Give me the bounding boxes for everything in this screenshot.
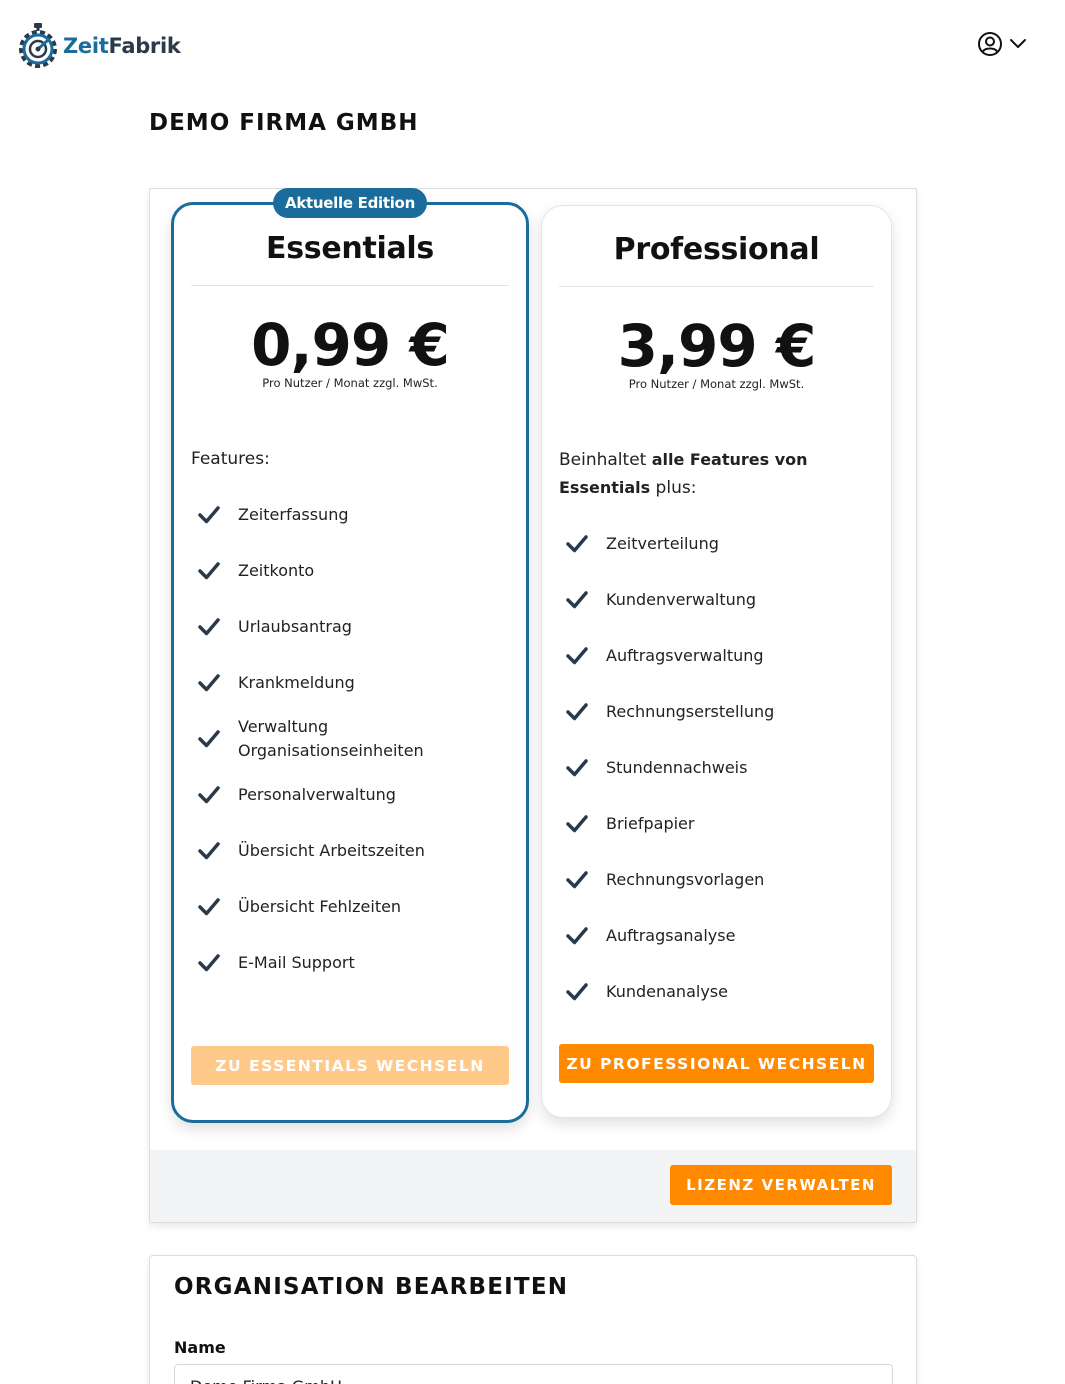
check-icon xyxy=(198,730,220,748)
feature-item: Stundennachweis xyxy=(559,740,874,796)
price-note: Pro Nutzer / Monat zzgl. MwSt. xyxy=(628,377,805,391)
plan-name: Essentials xyxy=(266,231,434,266)
feature-item: Urlaubsantrag xyxy=(191,599,509,655)
licence-card: Aktuelle Edition Essentials 0,99 € Pro N… xyxy=(149,188,917,1223)
licence-card-footer: LIZENZ VERWALTEN xyxy=(150,1150,916,1222)
logo-text: ZeitFabrik xyxy=(63,34,181,58)
user-menu[interactable] xyxy=(977,31,1027,57)
feature-item: Briefpapier xyxy=(559,796,874,852)
feature-item: Verwaltung Organisationseinheiten xyxy=(191,711,509,767)
feature-item: Auftragsanalyse xyxy=(559,908,874,964)
organisation-card: ORGANISATION BEARBEITEN Name xyxy=(149,1255,917,1384)
plan-card-essentials: Aktuelle Edition Essentials 0,99 € Pro N… xyxy=(171,188,529,1123)
check-icon xyxy=(566,703,588,721)
switch-to-professional-button[interactable]: ZU PROFESSIONAL WECHSELN xyxy=(559,1044,874,1083)
page-title: DEMO FIRMA GMBH xyxy=(149,110,419,136)
check-icon xyxy=(566,815,588,833)
check-icon xyxy=(198,954,220,972)
switch-to-essentials-button[interactable]: ZU ESSENTIALS WECHSELN xyxy=(191,1046,509,1085)
feature-list: Zeitverteilung Kundenverwaltung Auftrags… xyxy=(559,516,874,1020)
stopwatch-gear-icon xyxy=(19,23,57,68)
feature-item: Kundenanalyse xyxy=(559,964,874,1020)
plan-card-professional: Professional 3,99 € Pro Nutzer / Monat z… xyxy=(541,205,892,1118)
check-icon xyxy=(566,927,588,945)
features-title: Beinhaltet alle Features von Essentials … xyxy=(559,450,808,498)
features-title: Features: xyxy=(191,449,270,469)
check-icon xyxy=(198,842,220,860)
check-icon xyxy=(566,759,588,777)
organisation-name-input[interactable] xyxy=(174,1364,893,1384)
check-icon xyxy=(566,871,588,889)
manage-licence-button[interactable]: LIZENZ VERWALTEN xyxy=(670,1165,892,1205)
price-note: Pro Nutzer / Monat zzgl. MwSt. xyxy=(262,376,438,390)
check-icon xyxy=(566,647,588,665)
check-icon xyxy=(198,786,220,804)
organisation-title: ORGANISATION BEARBEITEN xyxy=(174,1274,569,1300)
feature-item: Rechnungserstellung xyxy=(559,684,874,740)
plan-price: 0,99 € xyxy=(251,311,450,379)
feature-item: Rechnungsvorlagen xyxy=(559,852,874,908)
feature-item: Übersicht Arbeitszeiten xyxy=(191,823,509,879)
divider xyxy=(559,286,874,287)
check-icon xyxy=(566,535,588,553)
feature-item: Zeitverteilung xyxy=(559,516,874,572)
check-icon xyxy=(198,898,220,916)
current-edition-badge: Aktuelle Edition xyxy=(273,188,427,218)
zeitfabrik-logo[interactable]: ZeitFabrik xyxy=(17,22,181,70)
feature-item: Zeitkonto xyxy=(191,543,509,599)
name-label: Name xyxy=(174,1338,226,1357)
divider xyxy=(191,285,509,286)
feature-item: Personalverwaltung xyxy=(191,767,509,823)
user-circle-icon xyxy=(978,32,1002,56)
plan-price: 3,99 € xyxy=(617,312,817,380)
check-icon xyxy=(198,562,220,580)
check-icon xyxy=(566,983,588,1001)
check-icon xyxy=(198,618,220,636)
check-icon xyxy=(198,506,220,524)
feature-list: Zeiterfassung Zeitkonto Urlaubsantrag Kr… xyxy=(191,487,509,991)
check-icon xyxy=(198,674,220,692)
feature-item: E-Mail Support xyxy=(191,935,509,991)
feature-item: Übersicht Fehlzeiten xyxy=(191,879,509,935)
plan-name: Professional xyxy=(613,232,820,267)
check-icon xyxy=(566,591,588,609)
feature-item: Kundenverwaltung xyxy=(559,572,874,628)
chevron-down-icon xyxy=(1010,39,1026,48)
feature-item: Zeiterfassung xyxy=(191,487,509,543)
feature-item: Krankmeldung xyxy=(191,655,509,711)
feature-item: Auftragsverwaltung xyxy=(559,628,874,684)
